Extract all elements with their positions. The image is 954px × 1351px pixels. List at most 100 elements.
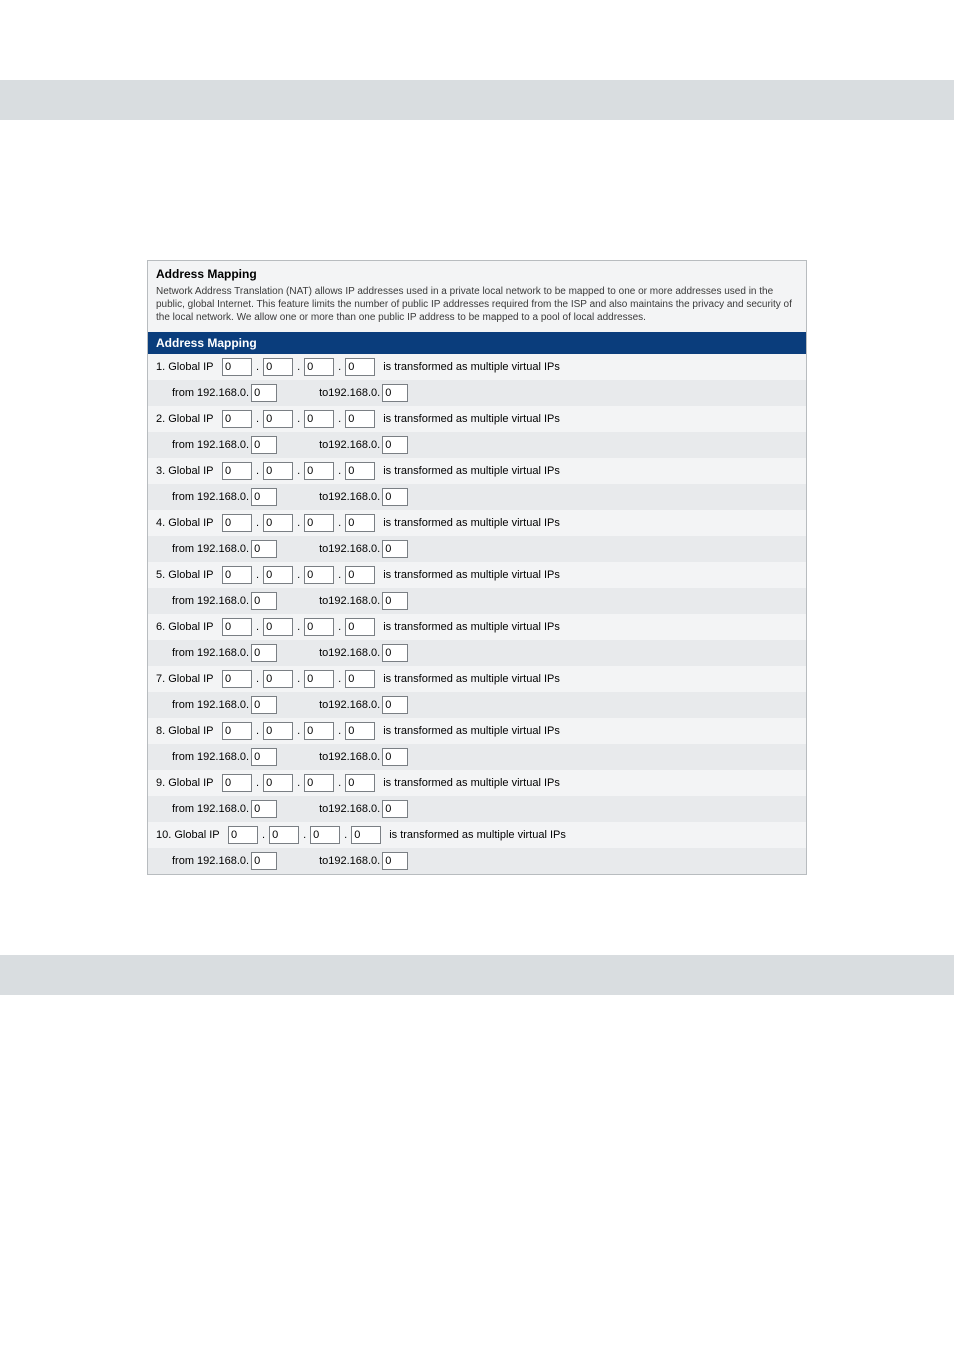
from-to-row: from 192.168.0.to192.168.0. [148, 380, 806, 406]
to-label: to192.168.0. [319, 543, 380, 555]
to-label: to192.168.0. [319, 647, 380, 659]
to-octet[interactable] [382, 540, 408, 558]
global-ip-octet[interactable] [263, 670, 293, 688]
from-group: from 192.168.0. [156, 644, 277, 662]
dot-separator: . [295, 777, 302, 789]
to-group: to192.168.0. [279, 592, 408, 610]
global-ip-octet[interactable] [304, 722, 334, 740]
global-ip-octet[interactable] [304, 774, 334, 792]
global-ip-octet[interactable] [345, 618, 375, 636]
global-ip-octet[interactable] [304, 514, 334, 532]
from-octet[interactable] [251, 592, 277, 610]
global-ip-octet[interactable] [345, 410, 375, 428]
from-to-row: from 192.168.0.to192.168.0. [148, 692, 806, 718]
from-to-row: from 192.168.0.to192.168.0. [148, 432, 806, 458]
dot-separator: . [295, 621, 302, 633]
dot-separator: . [301, 829, 308, 841]
to-label: to192.168.0. [319, 751, 380, 763]
global-ip-octet[interactable] [304, 566, 334, 584]
dot-separator: . [336, 777, 343, 789]
global-ip-octet[interactable] [263, 722, 293, 740]
from-octet[interactable] [251, 800, 277, 818]
global-ip-octet[interactable] [345, 774, 375, 792]
dot-separator: . [254, 725, 261, 737]
global-ip-octet[interactable] [263, 618, 293, 636]
to-octet[interactable] [382, 696, 408, 714]
global-ip-octet[interactable] [263, 774, 293, 792]
transform-text: is transformed as multiple virtual IPs [383, 829, 566, 841]
global-ip-octet[interactable] [222, 410, 252, 428]
global-ip-octet[interactable] [351, 826, 381, 844]
transform-text: is transformed as multiple virtual IPs [377, 569, 560, 581]
from-octet[interactable] [251, 644, 277, 662]
mapping-entry: 10. Global IP...is transformed as multip… [148, 822, 806, 874]
to-octet[interactable] [382, 592, 408, 610]
global-ip-octet[interactable] [228, 826, 258, 844]
global-ip-octet[interactable] [222, 566, 252, 584]
section-header: Address Mapping [148, 332, 806, 354]
global-ip-octet[interactable] [263, 358, 293, 376]
to-octet[interactable] [382, 748, 408, 766]
global-ip-row: 3. Global IP...is transformed as multipl… [148, 458, 806, 484]
dot-separator: . [336, 725, 343, 737]
from-label: from 192.168.0. [172, 803, 249, 815]
to-octet[interactable] [382, 644, 408, 662]
entry-index-label: 2. Global IP [156, 413, 220, 425]
to-octet[interactable] [382, 488, 408, 506]
to-octet[interactable] [382, 800, 408, 818]
to-octet[interactable] [382, 436, 408, 454]
global-ip-octet[interactable] [304, 410, 334, 428]
global-ip-octet[interactable] [310, 826, 340, 844]
from-octet[interactable] [251, 852, 277, 870]
from-octet[interactable] [251, 384, 277, 402]
global-ip-octet[interactable] [304, 358, 334, 376]
global-ip-octet[interactable] [222, 358, 252, 376]
entry-index-label: 10. Global IP [156, 829, 226, 841]
from-label: from 192.168.0. [172, 751, 249, 763]
dot-separator: . [254, 777, 261, 789]
global-ip-octet[interactable] [304, 618, 334, 636]
global-ip-octet[interactable] [222, 618, 252, 636]
global-ip-octet[interactable] [263, 462, 293, 480]
from-octet[interactable] [251, 748, 277, 766]
dot-separator: . [336, 517, 343, 529]
to-octet[interactable] [382, 384, 408, 402]
mapping-entry: 2. Global IP...is transformed as multipl… [148, 406, 806, 458]
transform-text: is transformed as multiple virtual IPs [377, 413, 560, 425]
from-octet[interactable] [251, 696, 277, 714]
to-label: to192.168.0. [319, 439, 380, 451]
mapping-entry: 9. Global IP...is transformed as multipl… [148, 770, 806, 822]
global-ip-octet[interactable] [304, 670, 334, 688]
mapping-entry: 3. Global IP...is transformed as multipl… [148, 458, 806, 510]
top-band [0, 80, 954, 120]
dot-separator: . [295, 413, 302, 425]
global-ip-octet[interactable] [345, 358, 375, 376]
from-group: from 192.168.0. [156, 696, 277, 714]
global-ip-octet[interactable] [269, 826, 299, 844]
global-ip-octet[interactable] [304, 462, 334, 480]
to-octet[interactable] [382, 852, 408, 870]
from-octet[interactable] [251, 488, 277, 506]
global-ip-octet[interactable] [345, 566, 375, 584]
global-ip-octet[interactable] [222, 670, 252, 688]
global-ip-octet[interactable] [345, 514, 375, 532]
global-ip-octet[interactable] [222, 774, 252, 792]
address-mapping-panel: Address Mapping Network Address Translat… [147, 260, 807, 875]
dot-separator: . [295, 725, 302, 737]
global-ip-octet[interactable] [222, 722, 252, 740]
global-ip-octet[interactable] [222, 514, 252, 532]
global-ip-octet[interactable] [345, 670, 375, 688]
global-ip-octet[interactable] [263, 514, 293, 532]
transform-text: is transformed as multiple virtual IPs [377, 725, 560, 737]
global-ip-octet[interactable] [345, 462, 375, 480]
from-octet[interactable] [251, 540, 277, 558]
from-label: from 192.168.0. [172, 699, 249, 711]
to-group: to192.168.0. [279, 540, 408, 558]
dot-separator: . [336, 413, 343, 425]
global-ip-octet[interactable] [345, 722, 375, 740]
global-ip-octet[interactable] [263, 566, 293, 584]
global-ip-octet[interactable] [263, 410, 293, 428]
from-octet[interactable] [251, 436, 277, 454]
global-ip-octet[interactable] [222, 462, 252, 480]
from-group: from 192.168.0. [156, 540, 277, 558]
